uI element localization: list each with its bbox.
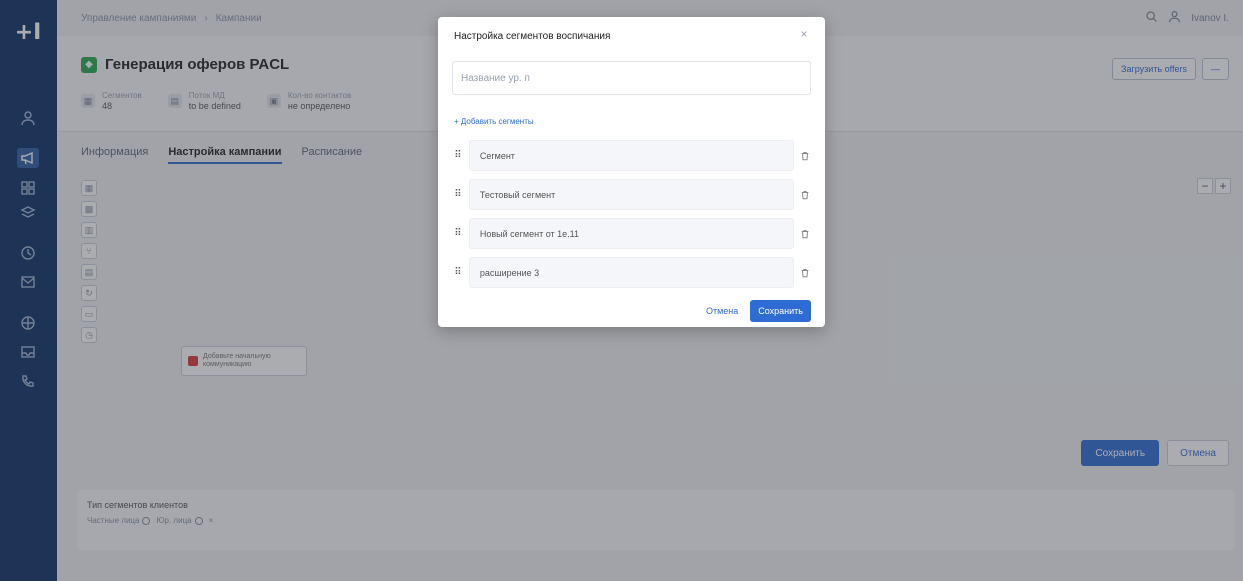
trash-icon[interactable] <box>797 190 813 200</box>
segment-field[interactable]: Новый сегмент от 1е.11 <box>468 218 795 249</box>
trash-icon[interactable] <box>797 229 813 239</box>
drag-handle-icon[interactable]: ⠿ <box>450 267 466 278</box>
segment-settings-modal: Настройка сегментов воспичания × + Добав… <box>438 17 825 327</box>
name-input[interactable] <box>452 61 811 95</box>
segment-list: ⠿ Сегмент ⠿ Тестовый сегмент ⠿ Новый сег… <box>450 140 813 296</box>
trash-icon[interactable] <box>797 268 813 278</box>
close-icon[interactable]: × <box>797 27 811 41</box>
save-button[interactable]: Сохранить <box>750 300 811 322</box>
drag-handle-icon[interactable]: ⠿ <box>450 150 466 161</box>
segment-row: ⠿ Новый сегмент от 1е.11 <box>450 218 813 249</box>
add-segments-link[interactable]: + Добавить сегменты <box>454 117 534 126</box>
segment-field[interactable]: Тестовый сегмент <box>468 179 795 210</box>
segment-row: ⠿ расширение 3 <box>450 257 813 288</box>
drag-handle-icon[interactable]: ⠿ <box>450 189 466 200</box>
segment-field[interactable]: расширение 3 <box>468 257 795 288</box>
trash-icon[interactable] <box>797 151 813 161</box>
segment-row: ⠿ Тестовый сегмент <box>450 179 813 210</box>
segment-field[interactable]: Сегмент <box>468 140 795 171</box>
segment-row: ⠿ Сегмент <box>450 140 813 171</box>
modal-title: Настройка сегментов воспичания <box>454 31 611 42</box>
cancel-button[interactable]: Отмена <box>702 306 742 316</box>
drag-handle-icon[interactable]: ⠿ <box>450 228 466 239</box>
